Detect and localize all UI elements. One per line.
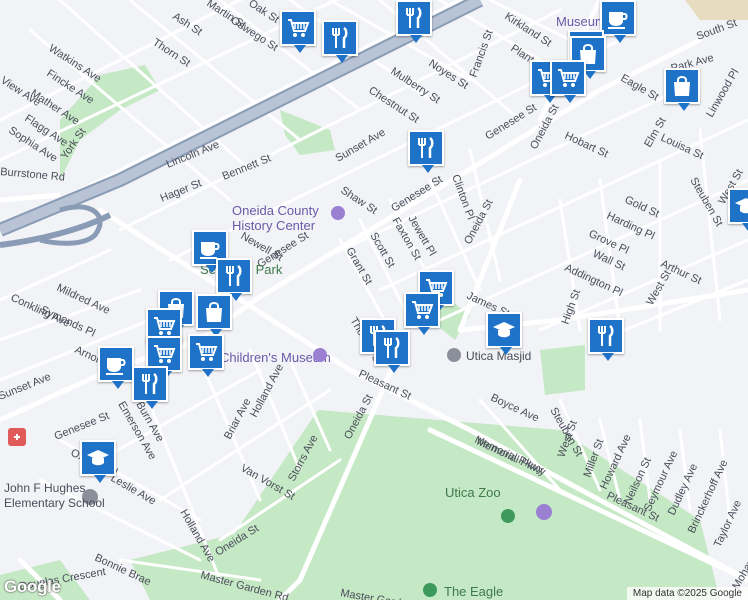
map-marker-restaurant[interactable] (396, 0, 432, 43)
map-marker-cafe[interactable] (98, 346, 134, 389)
street-label: Grant St (343, 246, 374, 287)
map-attribution[interactable]: Map data ©2025 Google (626, 587, 748, 600)
street-label: Burrstone Rd (0, 166, 65, 184)
street-label: Thorn St (150, 36, 192, 69)
map-marker-restaurant[interactable] (374, 330, 410, 373)
park-icon (423, 583, 437, 597)
museum-icon (536, 504, 552, 520)
street-label: Ash St (170, 10, 204, 38)
school-label: John F Hughes (4, 481, 85, 495)
utica-zoo-label: Utica Zoo (445, 485, 501, 500)
museum-icon (331, 206, 345, 220)
map-marker-shopping[interactable] (664, 68, 700, 111)
the-eagle-label: The Eagle (444, 584, 503, 599)
street-map[interactable]: Ash St Martin St Oak St Oswego St Thorn … (0, 0, 748, 600)
map-marker-grocery[interactable] (404, 292, 440, 335)
map-marker-school[interactable] (728, 188, 748, 231)
map-marker-school[interactable] (486, 312, 522, 355)
history-center-label: Oneida County (232, 203, 319, 218)
street-label: Leslie Ave (109, 472, 158, 507)
street-label: Genesee St (483, 102, 539, 143)
top-museum-label: Museum (556, 14, 606, 29)
map-marker-restaurant[interactable] (322, 20, 358, 63)
zoo-icon (501, 509, 515, 523)
utica-masjid-label: Utica Masjid (466, 349, 531, 363)
street-label: Eagle St (619, 72, 661, 103)
google-logo: Google (4, 577, 61, 596)
map-marker-shopping[interactable] (196, 294, 232, 337)
street-label: Genesee St (53, 410, 111, 443)
school-label-2: Elementary School (4, 496, 105, 510)
museum-icon (313, 348, 327, 362)
street-label: Bennett St (221, 152, 273, 182)
map-marker-restaurant[interactable] (132, 366, 168, 409)
mosque-icon (447, 348, 461, 362)
map-marker-grocery[interactable] (550, 60, 586, 103)
street-label: Linwood Pl (704, 67, 741, 120)
map-marker-restaurant[interactable] (408, 130, 444, 173)
map-marker-cafe[interactable] (600, 0, 636, 43)
street-label: Mohawk St (730, 538, 748, 591)
street-label: Holland Ave (248, 362, 286, 419)
map-marker-school[interactable] (80, 440, 116, 483)
map-marker-grocery[interactable] (188, 334, 224, 377)
map-marker-grocery[interactable] (280, 10, 316, 53)
map-marker-restaurant[interactable] (216, 258, 252, 301)
street-label: Gold St (623, 194, 661, 220)
map-marker-restaurant[interactable] (588, 318, 624, 361)
street-label: South St (695, 17, 739, 43)
street-label: Oak St (246, 0, 281, 26)
history-center-label-2: History Center (232, 218, 316, 233)
